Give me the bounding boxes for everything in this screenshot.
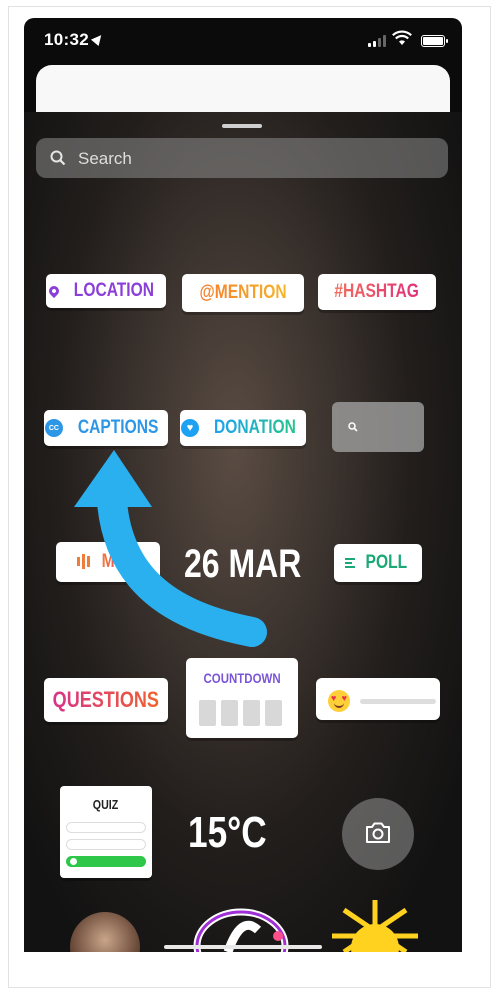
sticker-tray[interactable]: LOCATION @MENTION #HASHTAG CC CAPTIONS D… <box>24 112 462 952</box>
captions-cc-icon: CC <box>44 419 63 437</box>
cellular-signal-icon <box>368 35 386 47</box>
captions-sticker[interactable]: CC CAPTIONS <box>44 410 168 446</box>
gif-search-sticker[interactable] <box>332 402 424 452</box>
hashtag-sticker[interactable]: #HASHTAG <box>318 274 436 310</box>
location-pin-icon <box>47 283 62 299</box>
countdown-digit-box <box>265 700 282 726</box>
countdown-digit-box <box>243 700 260 726</box>
questions-sticker[interactable]: QUESTIONS <box>44 678 168 722</box>
music-sticker-label: M IC <box>102 551 135 572</box>
mention-sticker-label: @MENTION <box>199 282 287 303</box>
quiz-sticker-label: QUIZ <box>93 797 119 812</box>
phone-screen: 10:32 LOCATION @MENTION #HASHTAG <box>24 18 462 952</box>
quiz-sticker[interactable]: QUIZ <box>60 786 152 878</box>
donation-sticker-label: DONATION <box>214 417 296 438</box>
donation-sticker[interactable]: DONATION <box>180 410 306 446</box>
status-bar: 10:32 <box>24 18 462 64</box>
countdown-sticker[interactable]: COUNTDOWN <box>186 658 298 738</box>
gif-sticker[interactable] <box>186 896 296 952</box>
selfie-sticker[interactable] <box>70 912 140 952</box>
countdown-digit-box <box>199 700 216 726</box>
quiz-option <box>66 839 146 850</box>
status-time: 10:32 <box>44 30 106 50</box>
mention-sticker[interactable]: @MENTION <box>182 274 304 312</box>
music-sticker[interactable]: M IC <box>56 542 160 582</box>
battery-icon <box>421 35 448 47</box>
search-icon <box>50 150 66 166</box>
location-sticker[interactable]: LOCATION <box>46 274 166 308</box>
slider-track <box>360 699 436 704</box>
donation-heart-icon <box>181 419 200 437</box>
captions-sticker-label: CAPTIONS <box>77 417 159 438</box>
emoji-slider-sticker[interactable] <box>316 678 440 720</box>
quiz-correct-option <box>66 856 146 867</box>
sun-sticker[interactable] <box>330 896 420 952</box>
hashtag-sticker-label: #HASHTAG <box>334 281 420 302</box>
camera-icon <box>366 822 390 843</box>
temperature-sticker[interactable]: 15°C <box>188 808 267 858</box>
music-bars-icon <box>77 553 92 571</box>
sticker-search-bar[interactable] <box>36 138 448 178</box>
countdown-digit-box <box>221 700 238 726</box>
wifi-icon <box>392 30 412 45</box>
search-icon <box>348 422 358 432</box>
camera-sticker[interactable] <box>342 798 414 870</box>
poll-sticker-label: POLL <box>365 552 407 573</box>
location-sticker-label: LOCATION <box>73 280 155 301</box>
poll-icon <box>344 556 355 570</box>
questions-sticker-label: QUESTIONS <box>52 687 160 712</box>
search-input[interactable] <box>76 144 440 174</box>
location-arrow-icon <box>90 31 106 47</box>
poll-sticker[interactable]: POLL <box>334 544 422 582</box>
countdown-sticker-label: COUNTDOWN <box>203 670 281 686</box>
drag-handle[interactable] <box>222 124 262 128</box>
quiz-option <box>66 822 146 833</box>
home-indicator <box>164 945 322 949</box>
heart-eyes-emoji-icon <box>328 690 350 712</box>
date-sticker[interactable]: 26 MAR <box>184 542 301 587</box>
